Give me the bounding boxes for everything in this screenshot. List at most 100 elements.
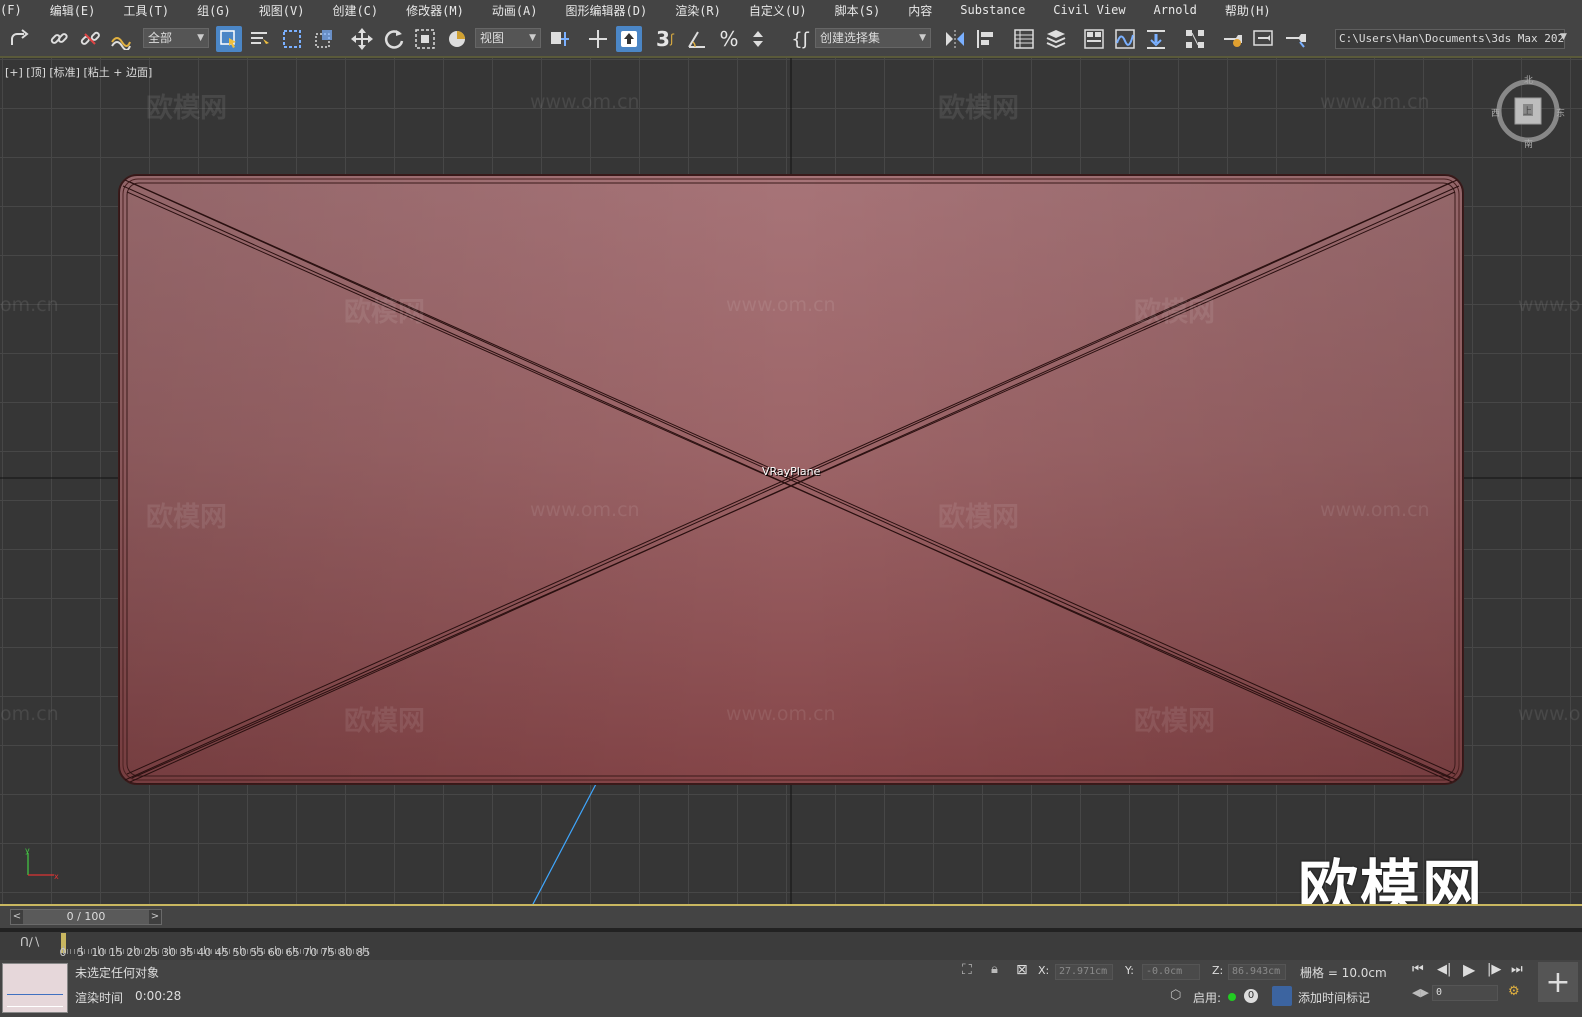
maxscript-listener-mini[interactable] (2, 963, 68, 1013)
layer-explorer-icon[interactable] (1043, 26, 1069, 52)
render-setup-icon[interactable] (1220, 26, 1246, 52)
rotate-icon[interactable] (381, 26, 407, 52)
menu-item[interactable]: 视图(V) (245, 2, 319, 19)
menu-item[interactable]: 修改器(M) (392, 2, 478, 19)
menu-item[interactable]: Civil View (1039, 3, 1139, 17)
track-bar[interactable]: ᑎ∕∖ 0 5 10 15 20 25 30 35 40 45 50 55 60 65 70 75 80 85 (0, 932, 1582, 960)
ruler-tick (352, 949, 354, 954)
schematic-view-icon[interactable] (1143, 26, 1169, 52)
z-coordinate-field[interactable]: 86.943cm (1228, 964, 1286, 980)
unlink-icon[interactable] (77, 26, 103, 52)
key-mode-icon[interactable]: ◀▶ (1412, 986, 1429, 999)
keyboard-shortcut-override-icon[interactable] (616, 26, 642, 52)
scene-explorer-icon[interactable] (1011, 26, 1037, 52)
viewcube-south[interactable]: 南 (1524, 137, 1533, 150)
chevron-down-icon: ▼ (919, 33, 926, 43)
enable-count-badge[interactable]: 0 (1244, 989, 1258, 1003)
menu-item[interactable]: 脚本(S) (821, 2, 895, 19)
render-production-icon[interactable] (1283, 26, 1309, 52)
absolute-mode-icon[interactable]: ⊠ (1016, 962, 1028, 978)
previous-frame-icon[interactable]: ◀| (1437, 962, 1451, 977)
watermark-url: www.om.cn (726, 703, 836, 725)
ruler-label: 40 (197, 946, 212, 959)
enable-label: 启用: (1193, 991, 1222, 1005)
named-selection-set-dropdown[interactable]: 创建选择集 ▼ (815, 28, 931, 48)
menu-item[interactable]: 渲染(R) (661, 2, 735, 19)
y-coordinate-field[interactable]: -0.0cm (1142, 964, 1200, 980)
viewcube-east[interactable]: 东 (1556, 106, 1565, 119)
align-icon[interactable] (973, 26, 999, 52)
viewcube-north[interactable]: 北 (1524, 73, 1533, 86)
menu-item[interactable]: (F) (0, 3, 36, 17)
ruler-label: 80 (338, 946, 353, 959)
chevron-down-icon[interactable]: ▼ (1560, 32, 1567, 42)
ruler-tick (73, 949, 75, 954)
time-configuration-icon[interactable]: ⚙ (1508, 984, 1520, 999)
watermark: 欧模网 (1134, 706, 1215, 737)
rendered-frame-window-icon[interactable] (1251, 26, 1277, 52)
menu-item[interactable]: 创建(C) (318, 2, 392, 19)
ruler-tick (299, 949, 301, 954)
go-to-end-icon[interactable]: ⏭ (1511, 962, 1523, 977)
menu-item[interactable]: 内容 (894, 2, 946, 19)
move-icon[interactable] (349, 26, 375, 52)
menu-item[interactable]: 编辑(E) (36, 2, 110, 19)
menu-item[interactable]: 组(G) (183, 2, 245, 19)
select-manipulate-icon[interactable] (585, 26, 611, 52)
select-by-name-icon[interactable] (247, 26, 273, 52)
selection-filter-dropdown[interactable]: 全部 ▼ (143, 28, 209, 48)
viewcube[interactable]: 北 南 东 西 上 (1491, 73, 1565, 150)
add-time-tag[interactable]: 添加时间标记 (1298, 989, 1370, 1006)
redo-icon[interactable] (6, 26, 32, 52)
menu-item[interactable]: 动画(A) (478, 2, 552, 19)
place-icon[interactable] (444, 26, 470, 52)
material-editor-icon[interactable] (1182, 26, 1208, 52)
rect-selection-region-icon[interactable] (279, 26, 305, 52)
zoom-extents-icon[interactable]: + (1538, 962, 1578, 1002)
percent-snap-icon[interactable]: % (716, 26, 742, 52)
link-icon[interactable] (46, 26, 72, 52)
edit-named-selection-icon[interactable]: {ʃ (787, 26, 813, 52)
viewport-label[interactable]: [+] [顶] [标准] [粘土 + 边面] (5, 64, 152, 80)
play-icon[interactable]: ▶ (1463, 960, 1475, 979)
angle-snap-icon[interactable] (684, 26, 710, 52)
snaps-toggle-label: 3 (656, 27, 670, 51)
time-tag-icon[interactable] (1272, 986, 1292, 1006)
menu-item[interactable]: 自定义(U) (735, 2, 821, 19)
viewcube-face[interactable]: 上 (1523, 104, 1532, 117)
next-frame-icon[interactable]: |▶ (1487, 962, 1501, 977)
reference-coordinate-dropdown[interactable]: 视图 ▼ (475, 28, 541, 48)
ruler-label: 75 (320, 946, 335, 959)
menu-item[interactable]: Arnold (1140, 3, 1211, 17)
bind-space-warp-icon[interactable] (108, 26, 134, 52)
curve-editor-mini-icon[interactable]: ᑎ∕∖ (20, 935, 40, 949)
toggle-ribbon-icon[interactable] (1081, 26, 1107, 52)
pivot-icon[interactable] (547, 26, 573, 52)
vray-plane-object[interactable] (118, 174, 1464, 785)
chevron-left-icon[interactable]: < (11, 910, 23, 924)
chevron-right-icon[interactable]: > (149, 910, 161, 924)
mirror-icon[interactable] (942, 26, 968, 52)
ruler-label: 60 (267, 946, 282, 959)
isolate-selection-icon[interactable]: ⛶ (962, 962, 972, 978)
menu-item[interactable]: 帮助(H) (1211, 2, 1285, 19)
x-coordinate-field[interactable]: 27.971cm (1055, 964, 1113, 980)
select-object-icon[interactable] (216, 26, 242, 52)
spinner-snap-icon[interactable] (747, 26, 773, 52)
current-frame-field[interactable]: 0 (1432, 985, 1498, 1001)
menu-item[interactable]: Substance (946, 3, 1039, 17)
viewcube-west[interactable]: 西 (1491, 106, 1500, 119)
window-crossing-icon[interactable] (311, 26, 337, 52)
project-path-field[interactable]: C:\Users\Han\Documents\3ds Max 2022 (1335, 29, 1565, 49)
scale-icon[interactable] (412, 26, 438, 52)
curve-editor-icon[interactable] (1112, 26, 1138, 52)
top-viewport[interactable]: [+] [顶] [标准] [粘土 + 边面] 欧模网 www.om.cn 欧模网… (0, 58, 1582, 906)
menu-item[interactable]: 图形编辑器(D) (552, 2, 662, 19)
lock-icon[interactable]: 🔒︎ (991, 962, 998, 977)
go-to-start-icon[interactable]: ⏮ (1412, 962, 1424, 977)
adaptive-degradation-icon[interactable]: ⬡ (1170, 988, 1181, 1003)
menu-item[interactable]: 工具(T) (109, 2, 183, 19)
viewport-canvas (0, 58, 1582, 904)
time-slider[interactable]: < 0 / 100 > (10, 909, 162, 925)
snaps-toggle-icon[interactable]: 3ʃ (652, 26, 678, 52)
